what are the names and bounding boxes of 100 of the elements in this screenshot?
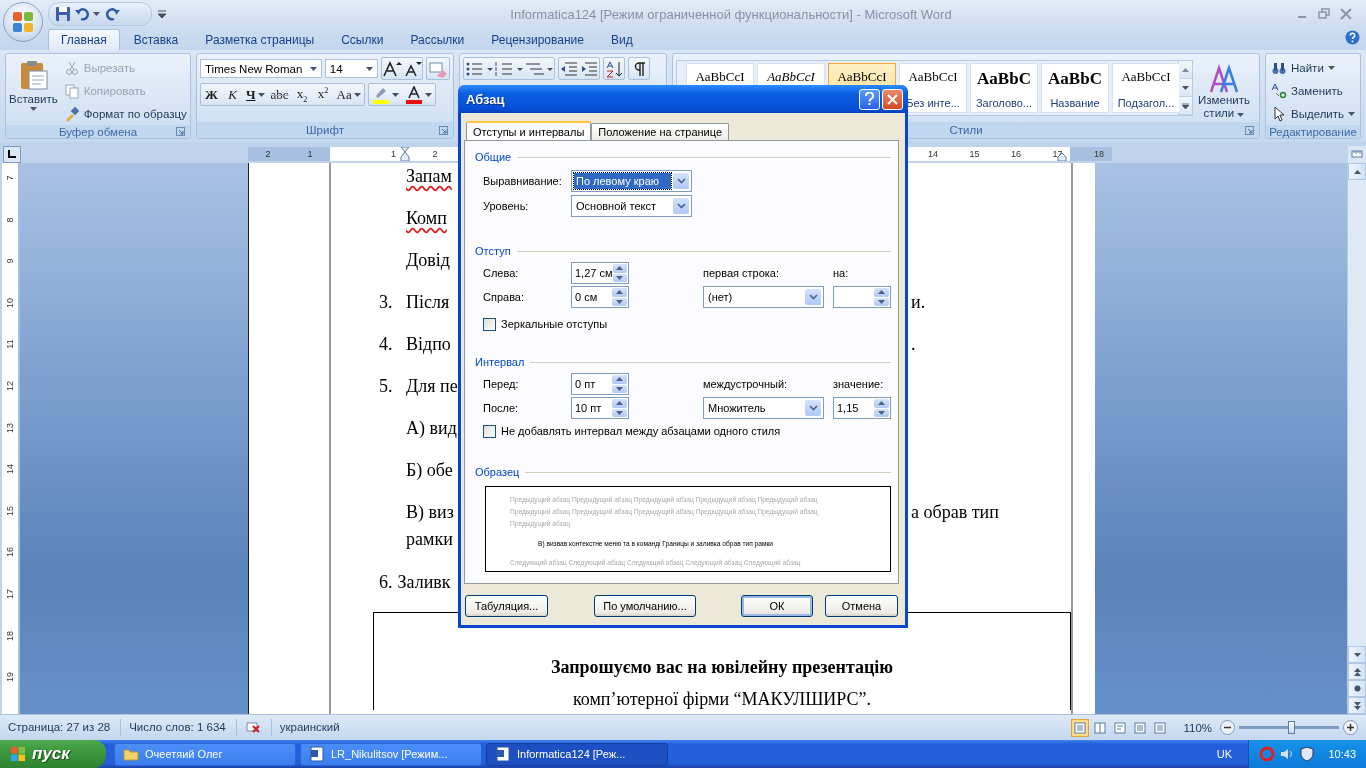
previous-page-button[interactable] [1348,663,1366,680]
word-count[interactable]: Число слов: 1 634 [121,719,237,736]
mirror-indents-checkbox[interactable]: Зеркальные отступы [475,316,891,332]
help-icon[interactable] [1345,30,1360,45]
more-button[interactable] [1179,97,1192,115]
ribbon-command[interactable]: Выделить [1269,103,1358,125]
font-size-field[interactable]: 14 [324,59,378,78]
format-button[interactable]: x$^{2}$ [312,84,334,105]
group-label: Редактирование [1269,125,1357,138]
indent-marker-icon[interactable] [400,147,410,161]
zoom-in-button[interactable] [1343,720,1358,735]
decrease-indent-icon[interactable] [559,59,579,78]
dialog-button[interactable]: ОК [741,595,813,617]
next-page-button[interactable] [1348,697,1366,714]
style-tile[interactable]: AaBbC Заголово... [970,63,1038,113]
group-label: Буфер обмена [58,125,138,138]
cursor-arrow-icon [1271,106,1287,122]
help-button[interactable] [859,88,880,110]
shield-icon[interactable] [1299,746,1315,762]
change-styles-button[interactable]: Изменить стили [1193,60,1255,122]
ruler-number: 2 [432,148,438,161]
dialog-button[interactable]: По умолчанию... [594,595,696,617]
format-button[interactable]: x$_{2}$ [291,84,313,105]
customize-toolbar-button[interactable] [158,10,166,18]
ribbon-tab[interactable]: Ссылки [328,29,397,50]
page-count[interactable]: Страница: 27 из 28 [0,719,122,736]
page-view-icon [1154,721,1167,734]
dialog-launcher-icon[interactable] [176,127,185,136]
format-button[interactable]: Ч [243,84,268,105]
undo-button[interactable] [75,6,100,22]
taskbar-button[interactable]: Очеетяий Олег [114,742,296,766]
space-after-spinner[interactable]: 10 пт [571,397,629,419]
numbered-list-icon[interactable] [494,59,524,78]
format-button[interactable]: Ж [201,84,222,105]
field-label: Выравнивание: [483,174,563,189]
close-button[interactable] [882,88,903,110]
ribbon-tab[interactable]: Разметка страницы [192,29,328,50]
format-button[interactable]: К [222,84,243,105]
dialog-tab[interactable]: Отступы и интервалы [466,121,592,140]
document-text: Заливк [397,571,451,594]
keyboard-language[interactable]: UK [1216,748,1232,760]
redo-button[interactable] [104,6,120,22]
taskbar-button[interactable]: LR_Nikulitsov [Режим... [300,742,482,766]
grow-font-icon[interactable] [382,59,402,78]
tab-stop-selector[interactable] [3,145,21,163]
dialog-launcher-icon[interactable] [439,125,448,135]
clock[interactable]: 10:43 [1328,748,1356,760]
ribbon-tab[interactable]: Вставка [120,29,192,50]
zoom-out-button[interactable] [1220,720,1235,735]
scroll-down-button[interactable] [1348,646,1366,663]
outline-level-dropdown[interactable]: Основной текст [571,195,692,217]
dialog-button[interactable]: Отмена [825,595,898,617]
space-before-spinner[interactable]: 0 пт [571,373,629,395]
scroll-down-button[interactable] [1179,79,1192,97]
save-button[interactable] [55,6,71,22]
paste-button[interactable]: Вставить [9,57,58,125]
copy-icon [63,83,80,99]
scroll-up-button[interactable] [1179,61,1192,79]
slider-thumb[interactable] [1288,721,1295,734]
ribbon-command[interactable]: Найти [1269,57,1358,79]
alignment-dropdown[interactable]: По левому краю [571,170,692,192]
ruler-number: 12 [4,380,16,391]
style-tile[interactable]: AaBbC Название [1041,63,1109,113]
dialog-launcher-icon[interactable] [1245,125,1254,135]
group-label: Шрифт [306,124,344,136]
taskbar-button[interactable]: Informatica124 [Реж... [486,742,668,766]
right-indent-spinner[interactable]: 0 см [571,286,629,308]
first-line-dropdown[interactable]: (нет) [703,286,824,308]
ruler-icon [1351,148,1363,160]
ribbon-command[interactable]: Заменить [1269,80,1358,102]
format-button[interactable]: Aa [333,84,364,105]
sort-icon[interactable] [604,59,624,78]
dialog-button[interactable]: Табуляция... [465,595,548,617]
minus-icon [1224,724,1231,731]
speaker-icon[interactable] [1279,746,1295,762]
left-indent-spinner[interactable]: 1,27 см [571,262,629,284]
language-indicator[interactable]: украинский [271,719,440,736]
font-name-field[interactable]: Times New Roman [200,59,322,78]
no-space-checkbox[interactable]: Не добавлять интервал между абзацами одного стиля [475,423,891,439]
shrink-font-icon[interactable] [402,59,422,78]
window-title: Informatica124 [Режим ограниченной функциональности] - Microsoft Word [509,6,953,22]
field-label: Перед: [483,377,520,392]
start-button[interactable]: пуск [0,740,106,768]
ribbon-tab[interactable]: Вид [597,29,646,50]
increase-indent-icon[interactable] [579,59,599,78]
scroll-up-button[interactable] [1348,163,1366,180]
line-spacing-value-spinner[interactable]: 1,15 [833,397,891,419]
redo-icon [104,6,120,22]
ribbon-tab[interactable]: Рассылки [397,29,478,50]
ribbon-command[interactable]: Формат по образцу [61,103,189,125]
dialog-tab[interactable]: Положение на странице [591,123,730,140]
style-tile[interactable]: AaBbCcI Подзагол... [1112,63,1180,113]
line-spacing-dropdown[interactable]: Множитель [703,397,824,419]
zoom-level[interactable]: 110% [1183,721,1212,734]
first-line-by-spinner[interactable] [833,286,891,308]
ruler-number: 2 [265,148,271,161]
ribbon-tab[interactable]: Главная [48,29,120,50]
ribbon-tab[interactable]: Рецензирование [478,29,597,50]
browse-object-button[interactable] [1348,680,1366,697]
spin-up-icon [878,401,885,406]
